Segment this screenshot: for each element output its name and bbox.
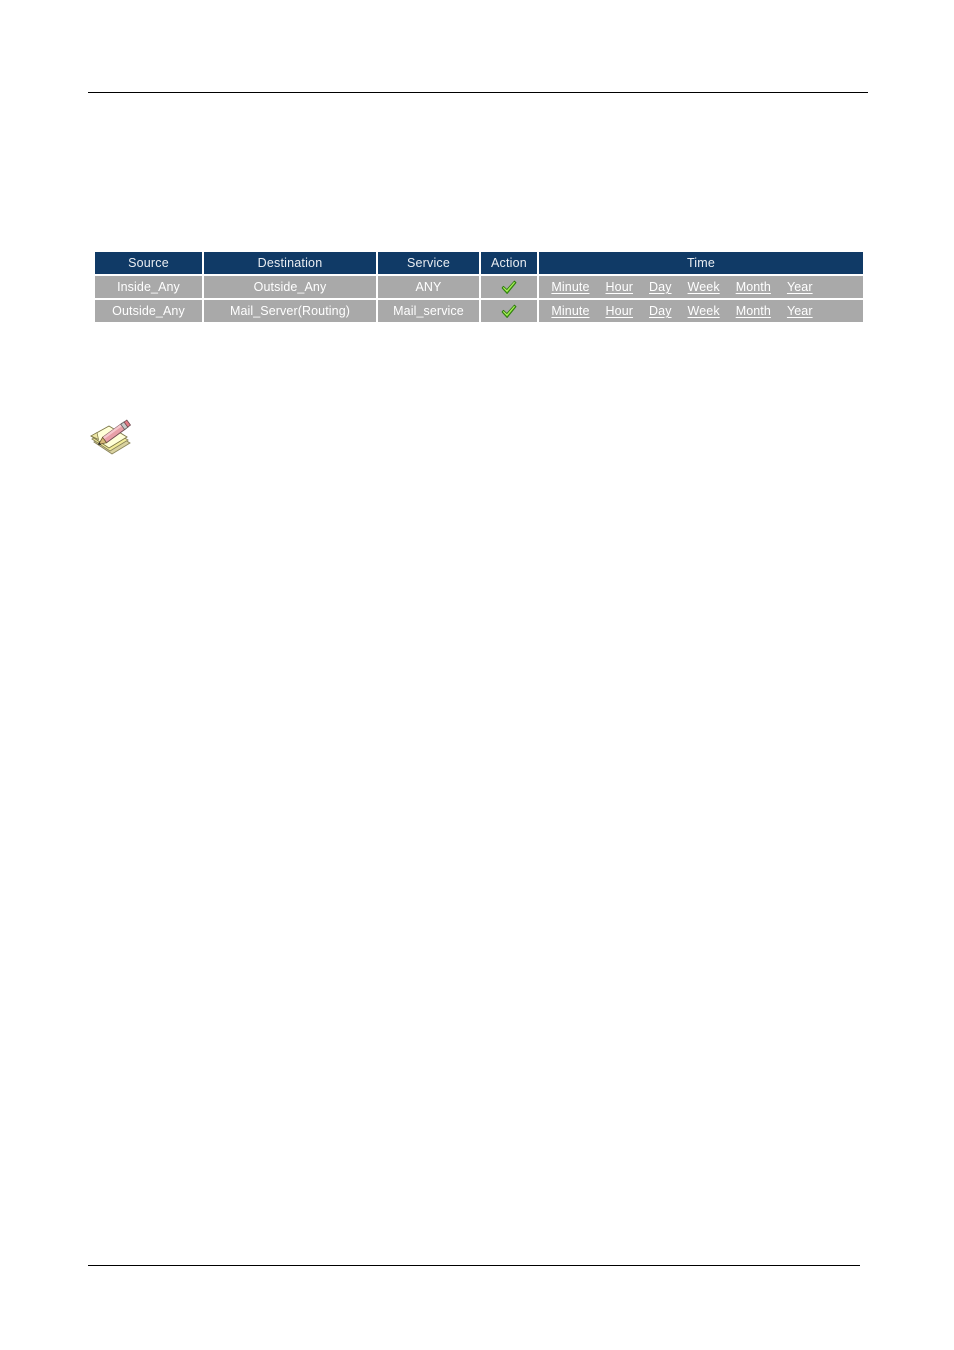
policy-table-body: Inside_Any Outside_Any ANY Minute Hour D… [95,276,863,322]
cell-action[interactable] [481,276,537,298]
green-check-icon[interactable] [500,303,518,321]
time-link-minute[interactable]: Minute [551,276,589,298]
time-link-day[interactable]: Day [649,300,672,322]
time-link-group: Minute Hour Day Week Month Year [539,300,863,322]
time-link-week[interactable]: Week [688,300,720,322]
time-link-month[interactable]: Month [736,300,771,322]
table-row: Outside_Any Mail_Server(Routing) Mail_se… [95,300,863,322]
time-link-hour[interactable]: Hour [606,300,634,322]
column-header-destination: Destination [204,252,376,274]
time-link-year[interactable]: Year [787,276,813,298]
footer-rule [88,1265,860,1266]
cell-source: Inside_Any [95,276,202,298]
time-link-group: Minute Hour Day Week Month Year [539,276,863,298]
policy-table-head: Source Destination Service Action Time [95,252,863,274]
cell-service: Mail_service [378,300,479,322]
time-link-week[interactable]: Week [688,276,720,298]
cell-action[interactable] [481,300,537,322]
column-header-time: Time [539,252,863,274]
cell-time: Minute Hour Day Week Month Year [539,300,863,322]
cell-time: Minute Hour Day Week Month Year [539,276,863,298]
policy-table-container: Source Destination Service Action Time I… [93,250,863,324]
column-header-action: Action [481,252,537,274]
policy-table: Source Destination Service Action Time I… [93,250,865,324]
green-check-icon[interactable] [500,279,518,297]
column-header-source: Source [95,252,202,274]
time-link-hour[interactable]: Hour [606,276,634,298]
time-link-day[interactable]: Day [649,276,672,298]
time-link-year[interactable]: Year [787,300,813,322]
time-link-minute[interactable]: Minute [551,300,589,322]
table-header-row: Source Destination Service Action Time [95,252,863,274]
cell-source: Outside_Any [95,300,202,322]
cell-destination: Mail_Server(Routing) [204,300,376,322]
column-header-service: Service [378,252,479,274]
cell-destination: Outside_Any [204,276,376,298]
header-rule [88,92,868,93]
time-link-month[interactable]: Month [736,276,771,298]
note-pencil-icon [86,416,136,464]
table-row: Inside_Any Outside_Any ANY Minute Hour D… [95,276,863,298]
cell-service: ANY [378,276,479,298]
